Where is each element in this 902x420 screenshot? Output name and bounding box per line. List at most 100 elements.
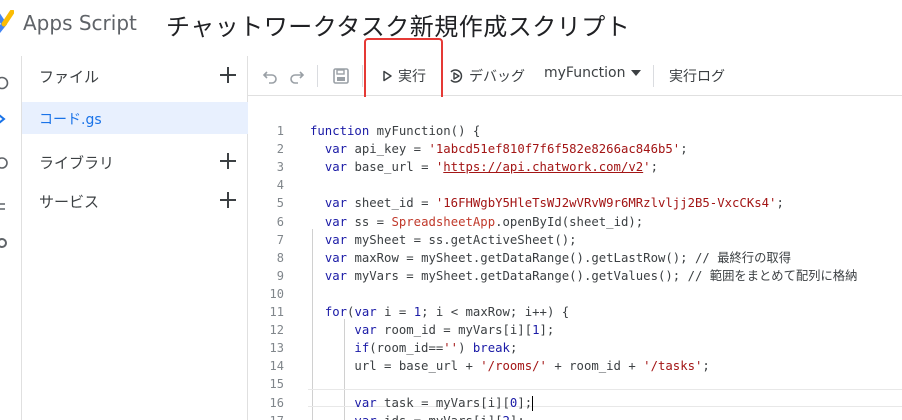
code-token: ; i < maxRow; i++) { — [421, 305, 570, 319]
code-token: '16FHWgbY5HleTsWJ2wVRvW9r6MRzlvljj2B5-Vx… — [435, 196, 777, 211]
code-text: var ids = myVars[i][2]; — [310, 412, 525, 420]
code-token: var — [324, 214, 355, 229]
code-token: ; — [702, 359, 710, 374]
add-service-icon[interactable] — [216, 188, 240, 212]
code-token: ss = — [354, 214, 392, 229]
code-token: url = base_url + — [310, 359, 481, 374]
line-number: 13 — [269, 341, 284, 356]
line-number: 17 — [248, 412, 284, 420]
code-line: 6 var ss = SpreadsheetApp.openById(sheet… — [248, 213, 902, 231]
code-token: SpreadsheetApp — [391, 214, 496, 229]
code-token: https://api.chatwork.com/v2 — [443, 160, 644, 175]
code-token: ids = myVars[i][ — [384, 414, 502, 420]
code-text: var maxRow = mySheet.getDataRange().getL… — [310, 249, 791, 267]
code-token: ' — [643, 160, 651, 175]
add-file-icon[interactable] — [216, 63, 240, 87]
apps-script-logo-icon — [0, 10, 14, 34]
line-number: 5 — [276, 196, 284, 211]
code-token: ; — [650, 160, 658, 175]
code-token: ; — [776, 196, 784, 211]
code-line: 10 — [248, 285, 902, 303]
line-number: 11 — [269, 305, 284, 319]
code-token: myVars = mySheet.getDataRange().getValue… — [354, 268, 688, 283]
debug-button[interactable]: デバッグ — [448, 63, 525, 89]
code-line: 16 var task = myVars[i][0]; — [248, 394, 902, 412]
code-line: 1 function myFunction() { — [248, 122, 902, 140]
code-line: 3 var base_url = 'https://api.chatwork.c… — [248, 158, 902, 176]
line-number: 7 — [276, 232, 284, 247]
executions-icon[interactable] — [0, 200, 9, 214]
code-token: var — [354, 414, 384, 420]
code-token: ]; — [510, 414, 525, 420]
toolbar-divider — [653, 65, 654, 87]
save-icon[interactable] — [332, 67, 350, 85]
run-button-highlight-box — [364, 38, 443, 105]
line-number: 3 — [276, 160, 284, 175]
code-token: var — [354, 323, 385, 338]
execution-log-label: 実行ログ — [669, 69, 725, 85]
chevron-down-icon — [631, 70, 642, 76]
code-token: function — [310, 124, 377, 138]
line-number: 4 — [276, 178, 284, 193]
line-number: 8 — [276, 250, 284, 265]
project-title[interactable]: チャットワークタスク新規作成スクリプト — [166, 7, 630, 42]
code-token: var — [324, 142, 355, 157]
file-item-label: コード.gs — [39, 112, 102, 128]
top-bar: Apps Script チャットワークタスク新規作成スクリプト — [0, 0, 902, 46]
code-line: 9 var myVars = mySheet.getDataRange().ge… — [248, 267, 902, 285]
code-token: .openById(sheet_id); — [495, 214, 644, 229]
line-number: 6 — [276, 214, 284, 229]
code-text: var ss = SpreadsheetApp.openById(sheet_i… — [310, 213, 643, 231]
code-token: api_key = — [354, 142, 429, 157]
code-text: var api_key = '1abcd51ef810f7f6f582e8266… — [310, 140, 688, 158]
code-line: 13 if(room_id=='') break; — [248, 339, 902, 357]
code-text: var base_url = 'https://api.chatwork.com… — [310, 158, 658, 176]
code-token: '1abcd51ef810f7f6f582e8266ac846b5' — [428, 142, 681, 157]
code-icon[interactable] — [0, 112, 9, 126]
code-token: '/rooms/' — [480, 359, 547, 374]
libraries-section-header: ライブラリ — [22, 145, 248, 177]
toolbar-divider — [317, 65, 318, 87]
file-item-code-gs[interactable]: コード.gs — [22, 102, 248, 134]
code-token: break — [472, 341, 510, 356]
undo-icon[interactable] — [261, 67, 279, 85]
trigger-icon[interactable] — [0, 156, 9, 170]
execution-log-button[interactable]: 実行ログ — [669, 63, 725, 89]
app-name[interactable]: Apps Script — [23, 11, 137, 35]
add-library-icon[interactable] — [216, 149, 240, 173]
code-line: 7 var mySheet = ss.getActiveSheet(); — [248, 231, 902, 249]
libraries-label: ライブラリ — [39, 154, 115, 172]
info-icon[interactable] — [0, 76, 9, 90]
code-token: '' — [443, 341, 459, 356]
code-token: // 最終行の取得 — [695, 250, 791, 265]
line-number: 15 — [269, 377, 284, 392]
code-token: var — [354, 395, 385, 410]
code-text: for(var i = 1; i < maxRow; i++) { — [310, 303, 569, 321]
code-line: 4 — [248, 176, 902, 194]
code-token: sheet_id = — [354, 196, 436, 211]
code-token: for — [324, 305, 348, 319]
code-token: 2 — [503, 414, 510, 420]
code-editor[interactable]: 1 function myFunction() { 2 var api_key = … — [248, 97, 902, 420]
code-token: ) — [458, 341, 473, 356]
settings-icon[interactable] — [0, 236, 9, 250]
editor-toolbar: 実行 デバッグ myFunction 実行ログ — [248, 56, 902, 96]
left-rail — [0, 56, 22, 420]
line-number: 10 — [269, 286, 284, 301]
code-line: 11 for(var i = 1; i < maxRow; i++) { — [248, 303, 902, 321]
code-token: task = myVars[i][ — [384, 395, 510, 410]
code-token: var — [354, 305, 385, 319]
function-select[interactable]: myFunction — [544, 65, 642, 81]
redo-icon[interactable] — [288, 67, 306, 85]
services-section-header: サービス — [22, 184, 248, 216]
